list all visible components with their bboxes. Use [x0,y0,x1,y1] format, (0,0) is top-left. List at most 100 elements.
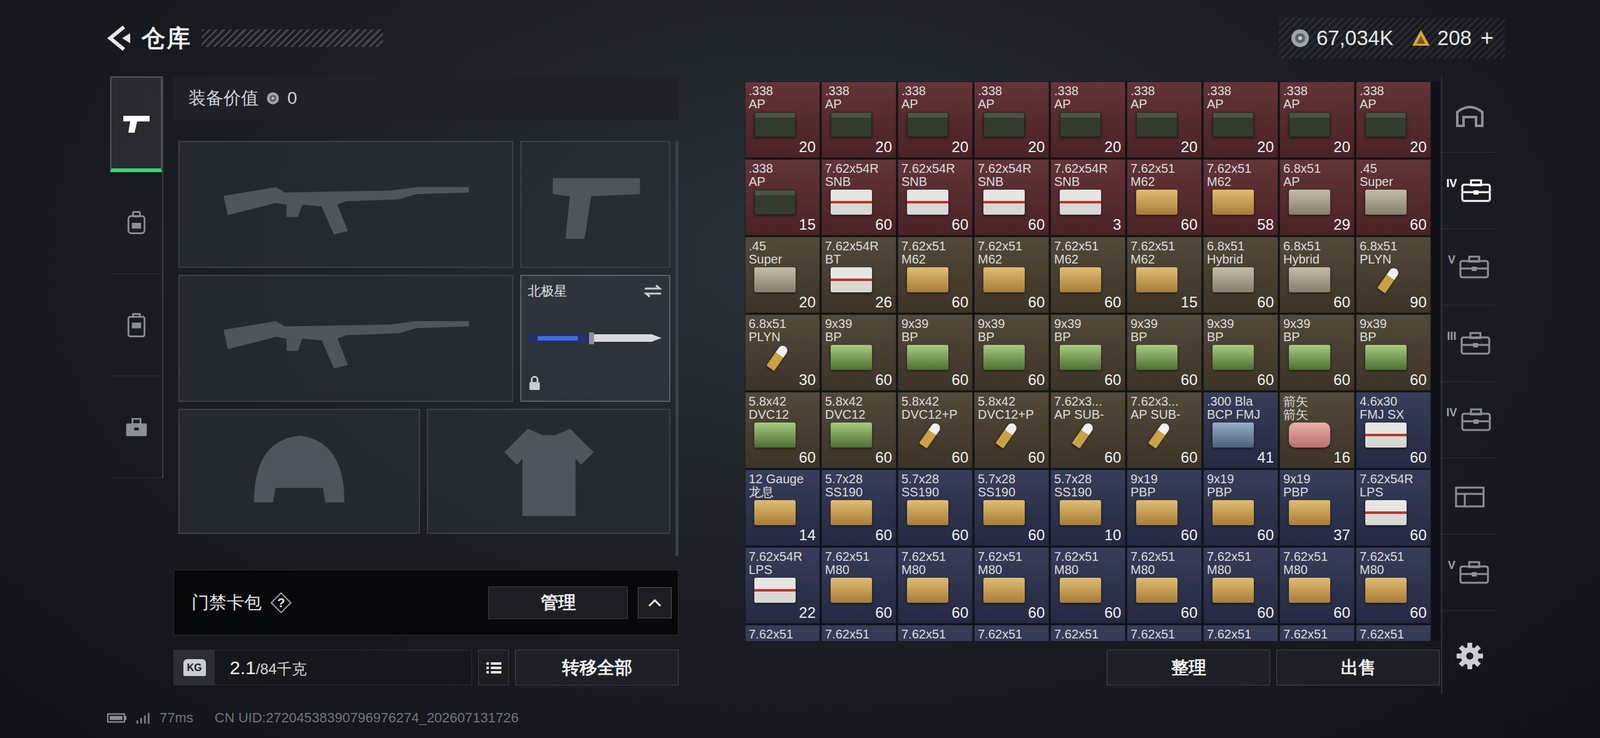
inventory-item[interactable]: 7.62x51M8060 [974,547,1050,624]
melee-slot[interactable]: 北极星 [520,274,671,402]
pistol-slot[interactable] [520,140,671,268]
sidebar-item[interactable] [110,172,163,275]
inventory-item[interactable]: 7.62x51 [897,624,973,642]
settings-button[interactable] [1455,641,1485,675]
inventory-item[interactable]: 7.62x51M8060 [1050,547,1126,624]
inventory-item[interactable]: 7.62x51M8060 [1279,547,1355,624]
back-icon[interactable] [105,24,133,52]
inventory-item[interactable]: 6.8x51AP29 [1279,158,1355,236]
inventory-item[interactable]: 7.62x51M6260 [974,236,1050,313]
inventory-item[interactable]: 5.7x28SS19060 [974,469,1050,546]
inventory-item[interactable]: 6.8x51PLYN90 [1355,236,1431,313]
rifle-slot[interactable] [178,274,514,402]
inventory-item[interactable]: 7.62x51M6260 [1050,236,1126,313]
inventory-item[interactable]: 6.8x51Hybrid60 [1203,236,1279,313]
inventory-item[interactable]: .338AP20 [897,81,973,158]
inventory-item[interactable]: .338AP20 [1050,81,1126,158]
rifle-slot[interactable] [178,140,514,268]
inventory-item[interactable]: 7.62x54RLPS60 [1355,469,1431,546]
help-button[interactable]: ? [271,593,291,613]
helmet-slot[interactable] [178,408,421,534]
inventory-item[interactable]: 7.62x51M8060 [897,547,973,624]
inventory-item[interactable]: 7.62x51 [1355,624,1431,642]
armor-slot[interactable] [426,408,671,534]
inventory-item[interactable]: .338AP20 [1355,81,1431,158]
sell-button[interactable]: 出售 [1276,649,1440,686]
inventory-item[interactable]: .300 BlaBCP FMJ41 [1203,391,1279,469]
inventory-item[interactable]: .45Super20 [744,236,821,313]
inventory-item[interactable]: 7.62x51M6258 [1203,158,1279,236]
inventory-item[interactable]: 7.62x54RSNB60 [897,158,973,236]
inventory-item[interactable]: 7.62x54RBT26 [821,236,897,313]
sort-button[interactable]: 整理 [1106,649,1271,686]
inventory-item[interactable]: 7.62x51M6260 [897,236,973,313]
inventory-item[interactable]: 9x39BP60 [897,314,973,391]
inventory-item[interactable]: 9x39BP60 [1355,314,1431,391]
manage-button[interactable]: 管理 [488,586,628,620]
category-item[interactable]: IV [1442,152,1498,230]
inventory-item[interactable]: 7.62x3...AP SUB-60 [1050,391,1126,469]
list-button[interactable] [478,649,509,686]
inventory-item[interactable]: 12 Gauge龙息14 [744,469,821,546]
inventory-item[interactable]: 9x39BP60 [821,314,897,391]
inventory-item[interactable]: 9x19PBP37 [1279,469,1355,546]
inventory-item[interactable]: 7.62x51 [1126,624,1202,642]
inventory-item[interactable]: 5.8x42DVC1260 [821,391,897,469]
category-item[interactable]: IV [1442,381,1498,459]
inventory-item[interactable]: 7.62x51M6215 [1126,236,1202,313]
inventory-item[interactable]: 7.62x51 [1050,624,1126,642]
inventory-item[interactable]: 7.62x54RSNB60 [974,158,1050,236]
inventory-item[interactable]: 9x19PBP60 [1203,469,1279,546]
category-item[interactable] [1442,76,1498,153]
inventory-item[interactable]: 9x19PBP60 [1126,469,1202,546]
inventory-item[interactable]: 7.62x54RLPS22 [744,547,821,624]
inventory-item[interactable]: 9x39BP60 [1050,314,1126,391]
category-item[interactable]: V [1442,534,1498,611]
expand-button[interactable] [637,587,672,619]
inventory-item[interactable]: 5.7x28SS19010 [1050,469,1126,546]
sidebar-item[interactable] [110,76,163,173]
inventory-item[interactable]: .338AP20 [1203,81,1279,158]
inventory-item[interactable]: 7.62x54RSNB3 [1050,158,1126,236]
inventory-item[interactable]: 9x39BP60 [1279,314,1355,391]
sidebar-item[interactable] [110,274,163,377]
transfer-all-button[interactable]: 转移全部 [515,649,679,686]
inventory-item[interactable]: 7.62x54RSNB60 [821,158,897,236]
inventory-item[interactable]: 7.62x51 [821,624,897,642]
inventory-item[interactable]: 5.7x28SS19060 [821,469,897,546]
inventory-item[interactable]: 9x39BP60 [1126,314,1202,391]
inventory-item[interactable]: 6.8x51PLYN30 [744,314,821,391]
inventory-item[interactable]: .45Super60 [1355,158,1431,236]
inventory-item[interactable]: 7.62x51M8060 [1355,547,1431,624]
inventory-item[interactable]: 7.62x51 [744,624,821,642]
inventory-item[interactable]: 5.8x42DVC12+P60 [897,391,973,469]
inventory-item[interactable]: 7.62x3...AP SUB-60 [1126,391,1202,469]
inventory-item[interactable]: 4.6x30FMJ SX60 [1355,391,1431,469]
sidebar-item[interactable] [110,376,163,479]
add-gold-button[interactable]: + [1480,21,1494,56]
inventory-item[interactable]: 箭矢箭矢16 [1279,391,1355,469]
inventory-item[interactable]: .338AP20 [821,81,897,158]
inventory-item[interactable]: .338AP20 [1279,81,1355,158]
inventory-item[interactable]: 6.8x51Hybrid60 [1279,236,1355,313]
category-item[interactable]: V [1442,229,1498,306]
inventory-item[interactable]: 7.62x51M8060 [821,547,897,624]
inventory-item[interactable]: 5.8x42DVC12+P60 [974,391,1050,469]
category-item[interactable]: III [1442,305,1498,382]
inventory-item[interactable]: 7.62x51M8060 [1203,547,1279,624]
category-item[interactable] [1442,458,1498,535]
inventory-item[interactable]: 9x39BP60 [1203,314,1279,391]
inventory-item[interactable]: 5.7x28SS19060 [897,469,973,546]
inventory-item[interactable]: .338AP20 [974,81,1050,158]
inventory-item[interactable]: 7.62x51 [1203,624,1279,642]
inventory-item[interactable]: .338AP20 [1126,81,1202,158]
inventory-item[interactable]: 7.62x51M8060 [1126,547,1202,624]
inventory-item[interactable]: .338AP15 [744,158,821,236]
inventory-item[interactable]: .338AP20 [744,81,821,158]
inventory-item[interactable]: 7.62x51 [974,624,1050,642]
inventory-item[interactable]: 7.62x51 [1279,624,1355,642]
inventory-item[interactable]: 5.8x42DVC1260 [744,391,821,469]
inventory-item[interactable]: 9x39BP60 [974,314,1050,391]
inventory-item[interactable]: 7.62x51M6260 [1126,158,1202,236]
swap-icon[interactable] [642,283,663,299]
